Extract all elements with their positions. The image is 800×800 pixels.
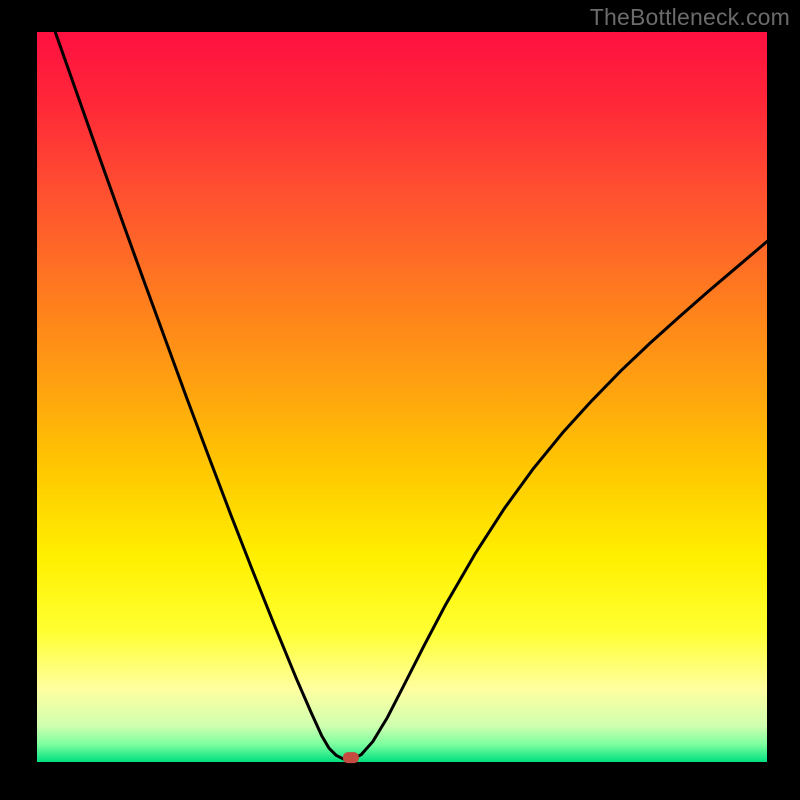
marker-dot: [343, 752, 359, 763]
chart-container: TheBottleneck.com: [0, 0, 800, 800]
watermark-text: TheBottleneck.com: [590, 4, 790, 31]
plot-background: [37, 32, 767, 762]
bottleneck-chart: [0, 0, 800, 800]
